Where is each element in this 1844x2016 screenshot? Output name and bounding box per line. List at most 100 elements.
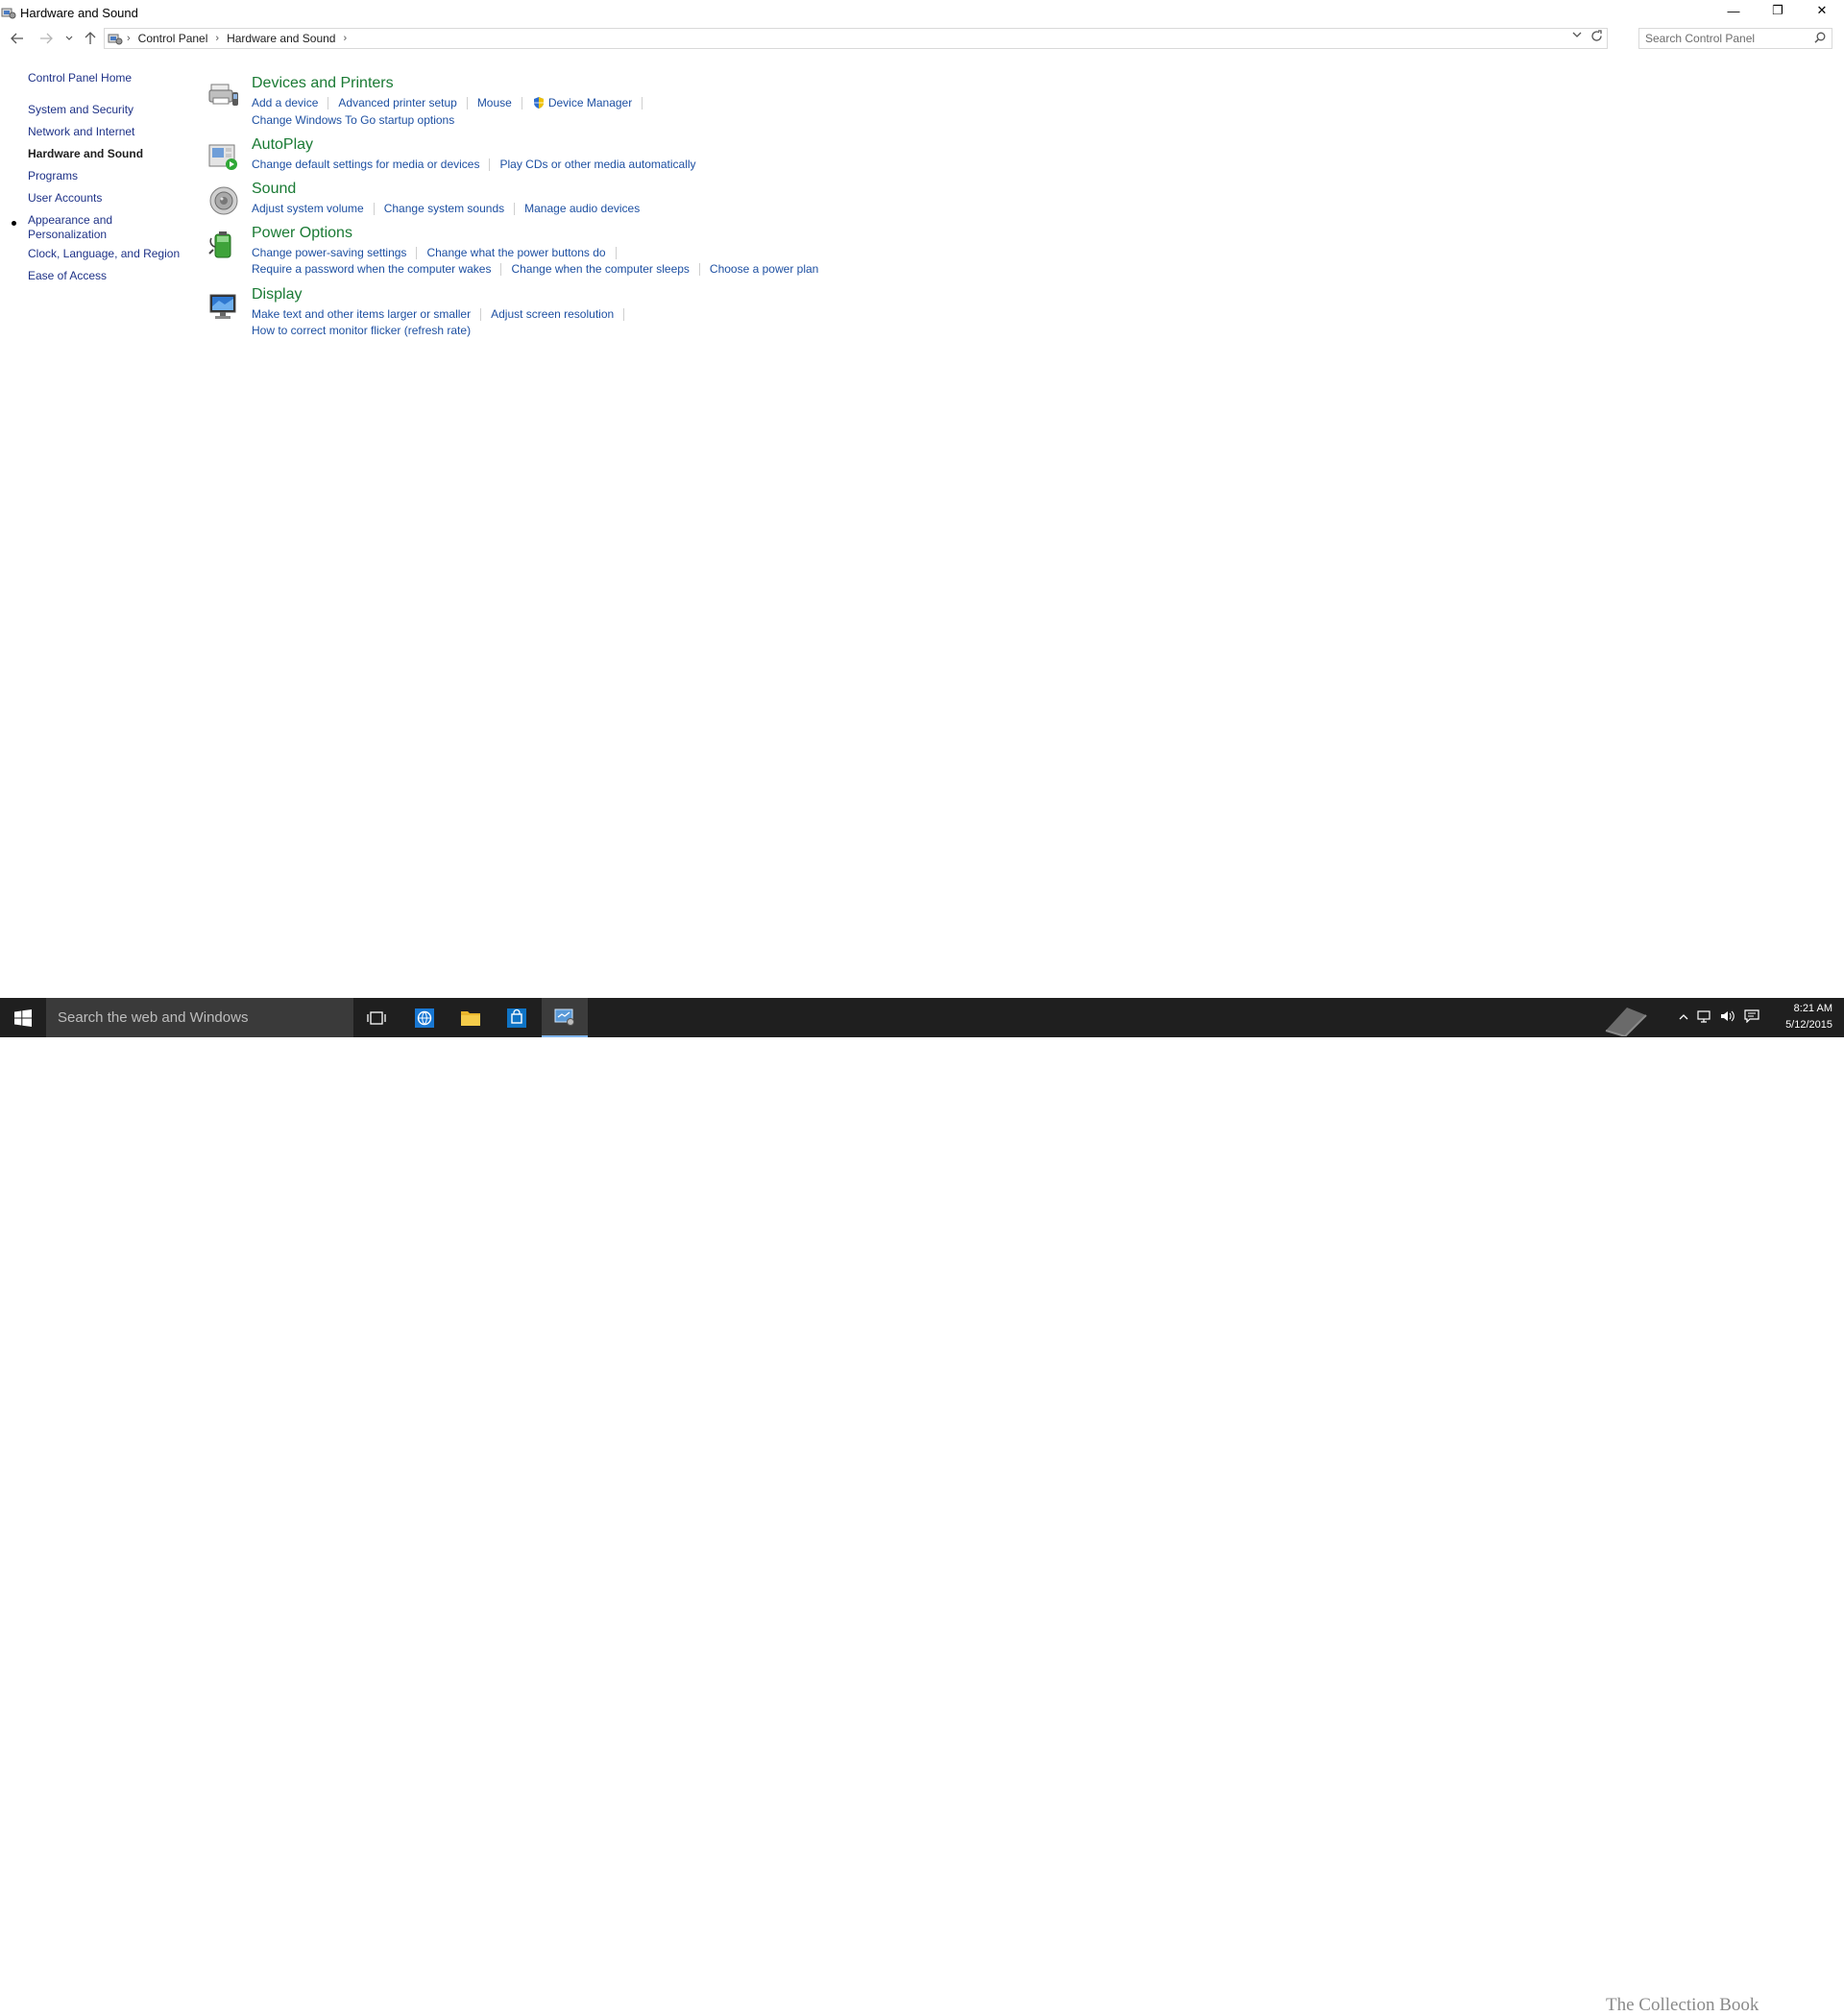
link-make-text-larger[interactable]: Make text and other items larger or smal… — [252, 307, 471, 321]
link-monitor-flicker[interactable]: How to correct monitor flicker (refresh … — [252, 324, 471, 337]
link-change-power-buttons[interactable]: Change what the power buttons do — [426, 246, 605, 259]
link-manage-audio-devices[interactable]: Manage audio devices — [524, 202, 640, 215]
action-center-icon[interactable] — [1744, 1009, 1759, 1026]
refresh-button[interactable] — [1590, 30, 1603, 45]
nav-appearance-and-personalization[interactable]: Appearance and Personalization — [28, 213, 133, 242]
taskbar-control-panel-app[interactable] — [542, 998, 588, 1037]
taskbar-browser-app[interactable] — [401, 998, 448, 1037]
link-separator — [615, 246, 617, 259]
link-separator — [623, 307, 625, 321]
display-links-row-1: Make text and other items larger or smal… — [252, 307, 634, 321]
nav-user-accounts[interactable]: User Accounts — [28, 191, 186, 206]
nav-programs[interactable]: Programs — [28, 169, 186, 183]
link-mouse[interactable]: Mouse — [477, 96, 512, 109]
link-change-sleep-time[interactable]: Change when the computer sleeps — [511, 262, 689, 276]
task-view-icon — [367, 1010, 386, 1025]
back-arrow-icon — [11, 33, 23, 44]
category-title-display[interactable]: Display — [252, 286, 302, 304]
minimize-button[interactable]: — — [1711, 0, 1756, 21]
control-panel-window: Hardware and Sound — ❐ ✕ › Control Panel… — [0, 0, 1844, 998]
chevron-down-icon — [1572, 32, 1582, 37]
globe-icon — [415, 1008, 434, 1028]
forward-button[interactable] — [36, 29, 56, 48]
link-change-system-sounds[interactable]: Change system sounds — [384, 202, 504, 215]
start-button[interactable] — [0, 998, 46, 1037]
chevron-down-icon — [65, 36, 73, 40]
search-box[interactable] — [1638, 28, 1832, 49]
nav-control-panel-home[interactable]: Control Panel Home — [28, 71, 186, 85]
nav-clock-language-region[interactable]: Clock, Language, and Region — [28, 247, 186, 261]
address-bar[interactable]: › Control Panel › Hardware and Sound › — [104, 28, 1608, 49]
up-button[interactable] — [81, 29, 100, 48]
recent-locations-button[interactable] — [60, 29, 79, 48]
system-clock[interactable]: 8:21 AM 5/12/2015 — [1785, 1001, 1832, 1033]
printer-icon[interactable] — [207, 79, 240, 111]
link-separator — [500, 262, 502, 276]
search-icon[interactable] — [1814, 32, 1826, 43]
network-icon[interactable] — [1696, 1009, 1711, 1026]
link-adjust-screen-resolution[interactable]: Adjust screen resolution — [491, 307, 614, 321]
taskbar-store-app[interactable] — [494, 998, 540, 1037]
link-separator — [514, 202, 516, 215]
current-page-bullet-icon — [12, 221, 16, 226]
address-history-dropdown[interactable] — [1572, 31, 1582, 41]
link-separator — [416, 246, 418, 259]
category-title-autoplay[interactable]: AutoPlay — [252, 136, 313, 154]
breadcrumb-control-panel[interactable]: Control Panel — [138, 32, 208, 45]
control-panel-icon — [554, 1008, 574, 1026]
battery-icon[interactable] — [207, 229, 240, 261]
up-arrow-icon — [85, 32, 96, 44]
nav-system-and-security[interactable]: System and Security — [28, 103, 186, 117]
window-title: Hardware and Sound — [20, 5, 138, 20]
link-play-cds-automatically[interactable]: Play CDs or other media automatically — [499, 158, 695, 171]
close-button[interactable]: ✕ — [1800, 0, 1844, 21]
nav-hardware-and-sound[interactable]: Hardware and Sound — [28, 147, 186, 161]
devices-links-row-2: Change Windows To Go startup options — [252, 113, 454, 127]
link-separator — [373, 202, 375, 215]
store-bag-icon — [507, 1008, 526, 1028]
taskbar-search-box[interactable]: Search the web and Windows — [46, 998, 353, 1037]
link-add-a-device[interactable]: Add a device — [252, 96, 318, 109]
breadcrumb-separator-icon[interactable]: › — [215, 33, 219, 44]
category-title-devices-and-printers[interactable]: Devices and Printers — [252, 75, 394, 92]
link-windows-to-go-startup[interactable]: Change Windows To Go startup options — [252, 113, 454, 127]
autoplay-links-row-1: Change default settings for media or dev… — [252, 158, 696, 171]
restore-button[interactable]: ❐ — [1756, 0, 1800, 21]
nav-ease-of-access[interactable]: Ease of Access — [28, 269, 186, 283]
link-change-default-media-settings[interactable]: Change default settings for media or dev… — [252, 158, 479, 171]
nav-network-and-internet[interactable]: Network and Internet — [28, 125, 186, 139]
breadcrumb-separator-icon[interactable]: › — [127, 33, 131, 44]
autoplay-icon[interactable] — [207, 140, 240, 173]
control-panel-small-icon — [108, 31, 123, 46]
taskbar: Search the web and Windows The Collectio… — [0, 998, 1844, 2015]
link-separator — [489, 158, 491, 171]
navigation-bar: › Control Panel › Hardware and Sound › — [0, 27, 1844, 52]
clock-time: 8:21 AM — [1793, 1003, 1832, 1014]
window-controls: — ❐ ✕ — [1711, 0, 1844, 25]
breadcrumb-hardware-and-sound[interactable]: Hardware and Sound — [227, 32, 335, 45]
task-view-button[interactable] — [353, 998, 400, 1037]
monitor-icon[interactable] — [207, 290, 240, 323]
volume-icon[interactable] — [1719, 1009, 1735, 1026]
category-title-power-options[interactable]: Power Options — [252, 225, 352, 242]
breadcrumb-separator-icon[interactable]: › — [343, 33, 347, 44]
link-choose-power-plan[interactable]: Choose a power plan — [710, 262, 818, 276]
folder-icon — [461, 1010, 480, 1026]
link-adjust-system-volume[interactable]: Adjust system volume — [252, 202, 364, 215]
forward-arrow-icon — [40, 33, 53, 44]
link-advanced-printer-setup[interactable]: Advanced printer setup — [338, 96, 456, 109]
taskbar-file-explorer-app[interactable] — [448, 998, 494, 1037]
show-hidden-icons-chevron-icon[interactable] — [1679, 1009, 1688, 1024]
link-device-manager[interactable]: Device Manager — [548, 96, 632, 109]
speaker-icon[interactable] — [207, 184, 240, 217]
link-require-password-on-wake[interactable]: Require a password when the computer wak… — [252, 262, 491, 276]
windows-logo-icon — [14, 1008, 32, 1027]
watermark-text: The Collection Book — [1606, 1995, 1759, 2015]
search-input[interactable] — [1645, 32, 1808, 45]
link-separator — [466, 96, 468, 109]
back-button[interactable] — [8, 29, 27, 48]
watermark-book-icon — [1602, 1002, 1650, 1041]
category-title-sound[interactable]: Sound — [252, 181, 296, 198]
refresh-icon — [1591, 30, 1602, 41]
link-change-power-saving[interactable]: Change power-saving settings — [252, 246, 406, 259]
